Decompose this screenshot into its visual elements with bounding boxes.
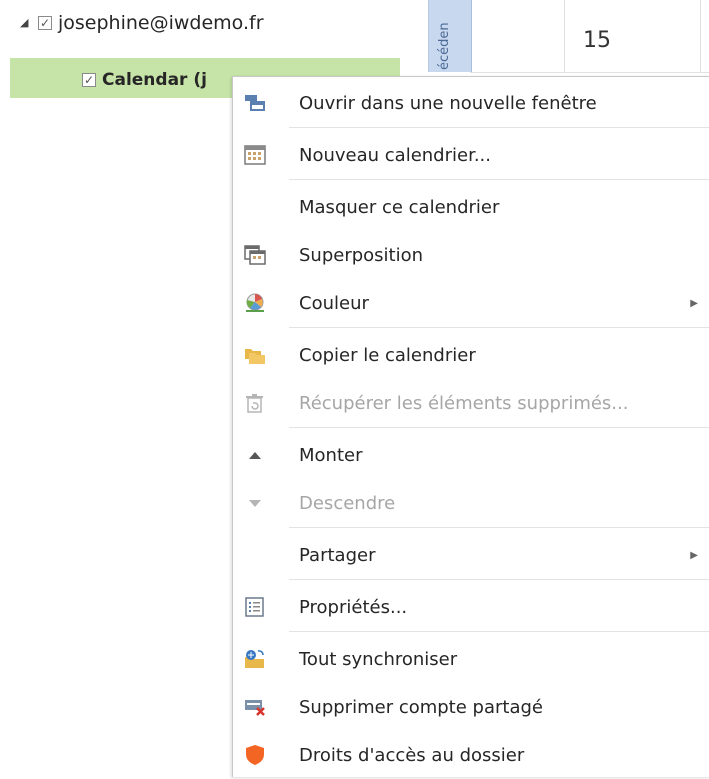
- menu-item-label: Monter: [299, 444, 363, 466]
- menu-separator: [289, 127, 709, 128]
- menu-item-hide-calendar[interactable]: Masquer ce calendrier: [233, 183, 709, 231]
- menu-item-label: Masquer ce calendrier: [299, 196, 500, 218]
- menu-item-new-calendar[interactable]: Nouveau calendrier...: [233, 131, 709, 179]
- collapse-caret-icon[interactable]: ◢: [20, 17, 30, 28]
- submenu-arrow-icon: ▶: [690, 297, 698, 309]
- shield-icon: [243, 744, 267, 766]
- menu-item-label: Copier le calendrier: [299, 344, 476, 366]
- overlay-icon: [243, 244, 267, 266]
- menu-item-color[interactable]: Couleur ▶: [233, 279, 709, 327]
- menu-item-move-up[interactable]: Monter: [233, 431, 709, 479]
- menu-item-move-down: Descendre: [233, 479, 709, 527]
- calendar-label: Calendar (j: [102, 70, 207, 90]
- menu-item-label: Superposition: [299, 244, 424, 266]
- menu-item-label: Descendre: [299, 492, 396, 514]
- down-triangle-icon: [243, 492, 267, 514]
- menu-separator: [289, 327, 709, 328]
- menu-item-overlay[interactable]: Superposition: [233, 231, 709, 279]
- menu-separator: [289, 427, 709, 428]
- calendar-checkbox[interactable]: ✓: [82, 73, 96, 87]
- account-label: josephine@iwdemo.fr: [58, 12, 264, 34]
- menu-separator: [289, 579, 709, 580]
- menu-item-recover-deleted: Récupérer les éléments supprimés...: [233, 379, 709, 427]
- menu-item-label: Droits d'accès au dossier: [299, 744, 525, 766]
- copy-folder-icon: [243, 344, 267, 366]
- menu-item-sync-all[interactable]: Tout synchroniser: [233, 635, 709, 683]
- menu-item-folder-permissions[interactable]: Droits d'accès au dossier: [233, 731, 709, 779]
- menu-item-label: Récupérer les éléments supprimés...: [299, 392, 629, 414]
- menu-item-copy-calendar[interactable]: Copier le calendrier: [233, 331, 709, 379]
- menu-item-remove-shared[interactable]: Supprimer compte partagé: [233, 683, 709, 731]
- menu-item-label: Propriétés...: [299, 596, 408, 618]
- grid-divider-vertical: [700, 0, 701, 72]
- new-calendar-icon: [243, 144, 267, 166]
- calendar-cell[interactable]: [470, 0, 565, 72]
- sync-all-icon: [243, 648, 267, 670]
- menu-item-label: Ouvrir dans une nouvelle fenêtre: [299, 92, 597, 114]
- up-triangle-icon: [243, 444, 267, 466]
- menu-item-open-new-window[interactable]: Ouvrir dans une nouvelle fenêtre: [233, 79, 709, 127]
- menu-separator: [289, 527, 709, 528]
- context-menu: Ouvrir dans une nouvelle fenêtre Nouveau…: [232, 76, 709, 777]
- day-number: 15: [583, 28, 611, 53]
- menu-item-properties[interactable]: Propriétés...: [233, 583, 709, 631]
- previous-label: écéden: [437, 22, 452, 70]
- menu-separator: [289, 179, 709, 180]
- submenu-arrow-icon: ▶: [690, 549, 698, 561]
- new-window-icon: [243, 92, 267, 114]
- menu-item-label: Partager: [299, 544, 376, 566]
- menu-item-label: Couleur: [299, 292, 369, 314]
- menu-item-share[interactable]: Partager ▶: [233, 531, 709, 579]
- calendar-day-cell[interactable]: 15: [565, 0, 709, 72]
- recover-deleted-icon: [243, 392, 267, 414]
- account-checkbox[interactable]: ✓: [38, 16, 52, 30]
- properties-icon: [243, 596, 267, 618]
- menu-item-label: Nouveau calendrier...: [299, 144, 491, 166]
- menu-separator: [289, 631, 709, 632]
- menu-item-label: Supprimer compte partagé: [299, 696, 543, 718]
- account-row[interactable]: ◢ ✓ josephine@iwdemo.fr: [20, 12, 264, 34]
- color-palette-icon: [243, 292, 267, 314]
- remove-shared-icon: [243, 696, 267, 718]
- menu-item-label: Tout synchroniser: [299, 648, 458, 670]
- grid-divider: [470, 72, 709, 73]
- previous-appointment-bar[interactable]: écéden: [428, 0, 472, 72]
